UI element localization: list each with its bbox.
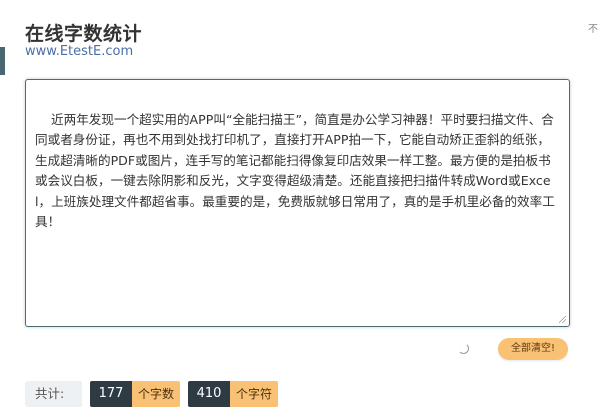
page-title: 在线字数统计: [25, 23, 143, 45]
resize-handle-icon[interactable]: [559, 316, 566, 323]
corner-text: 不: [588, 24, 598, 35]
text-content: 近两年发现一个超实用的APP叫“全能扫描王”，简直是办公学习神器！平时要扫描文件…: [35, 111, 555, 230]
site-url[interactable]: www.EtestE.com: [25, 44, 133, 59]
char-count-group: 177 个字数: [82, 381, 181, 407]
stats-bar: 共计: 177 个字数 410 个字符: [25, 381, 286, 407]
loading-spinner-icon: [458, 343, 469, 354]
clear-all-button[interactable]: 全部清空!: [498, 338, 568, 360]
left-accent-bar: [0, 47, 5, 75]
symbol-count-unit: 个字符: [230, 381, 279, 407]
symbol-count-value: 410: [188, 381, 231, 407]
symbol-count-group: 410 个字符: [188, 381, 279, 407]
char-count-value: 177: [90, 381, 132, 407]
text-input-area[interactable]: 近两年发现一个超实用的APP叫“全能扫描王”，简直是办公学习神器！平时要扫描文件…: [25, 79, 570, 327]
page: 在线字数统计 www.EtestE.com 不 近两年发现一个超实用的APP叫“…: [0, 0, 600, 416]
stats-label: 共计:: [25, 381, 82, 407]
char-count-unit: 个字数: [132, 381, 181, 407]
